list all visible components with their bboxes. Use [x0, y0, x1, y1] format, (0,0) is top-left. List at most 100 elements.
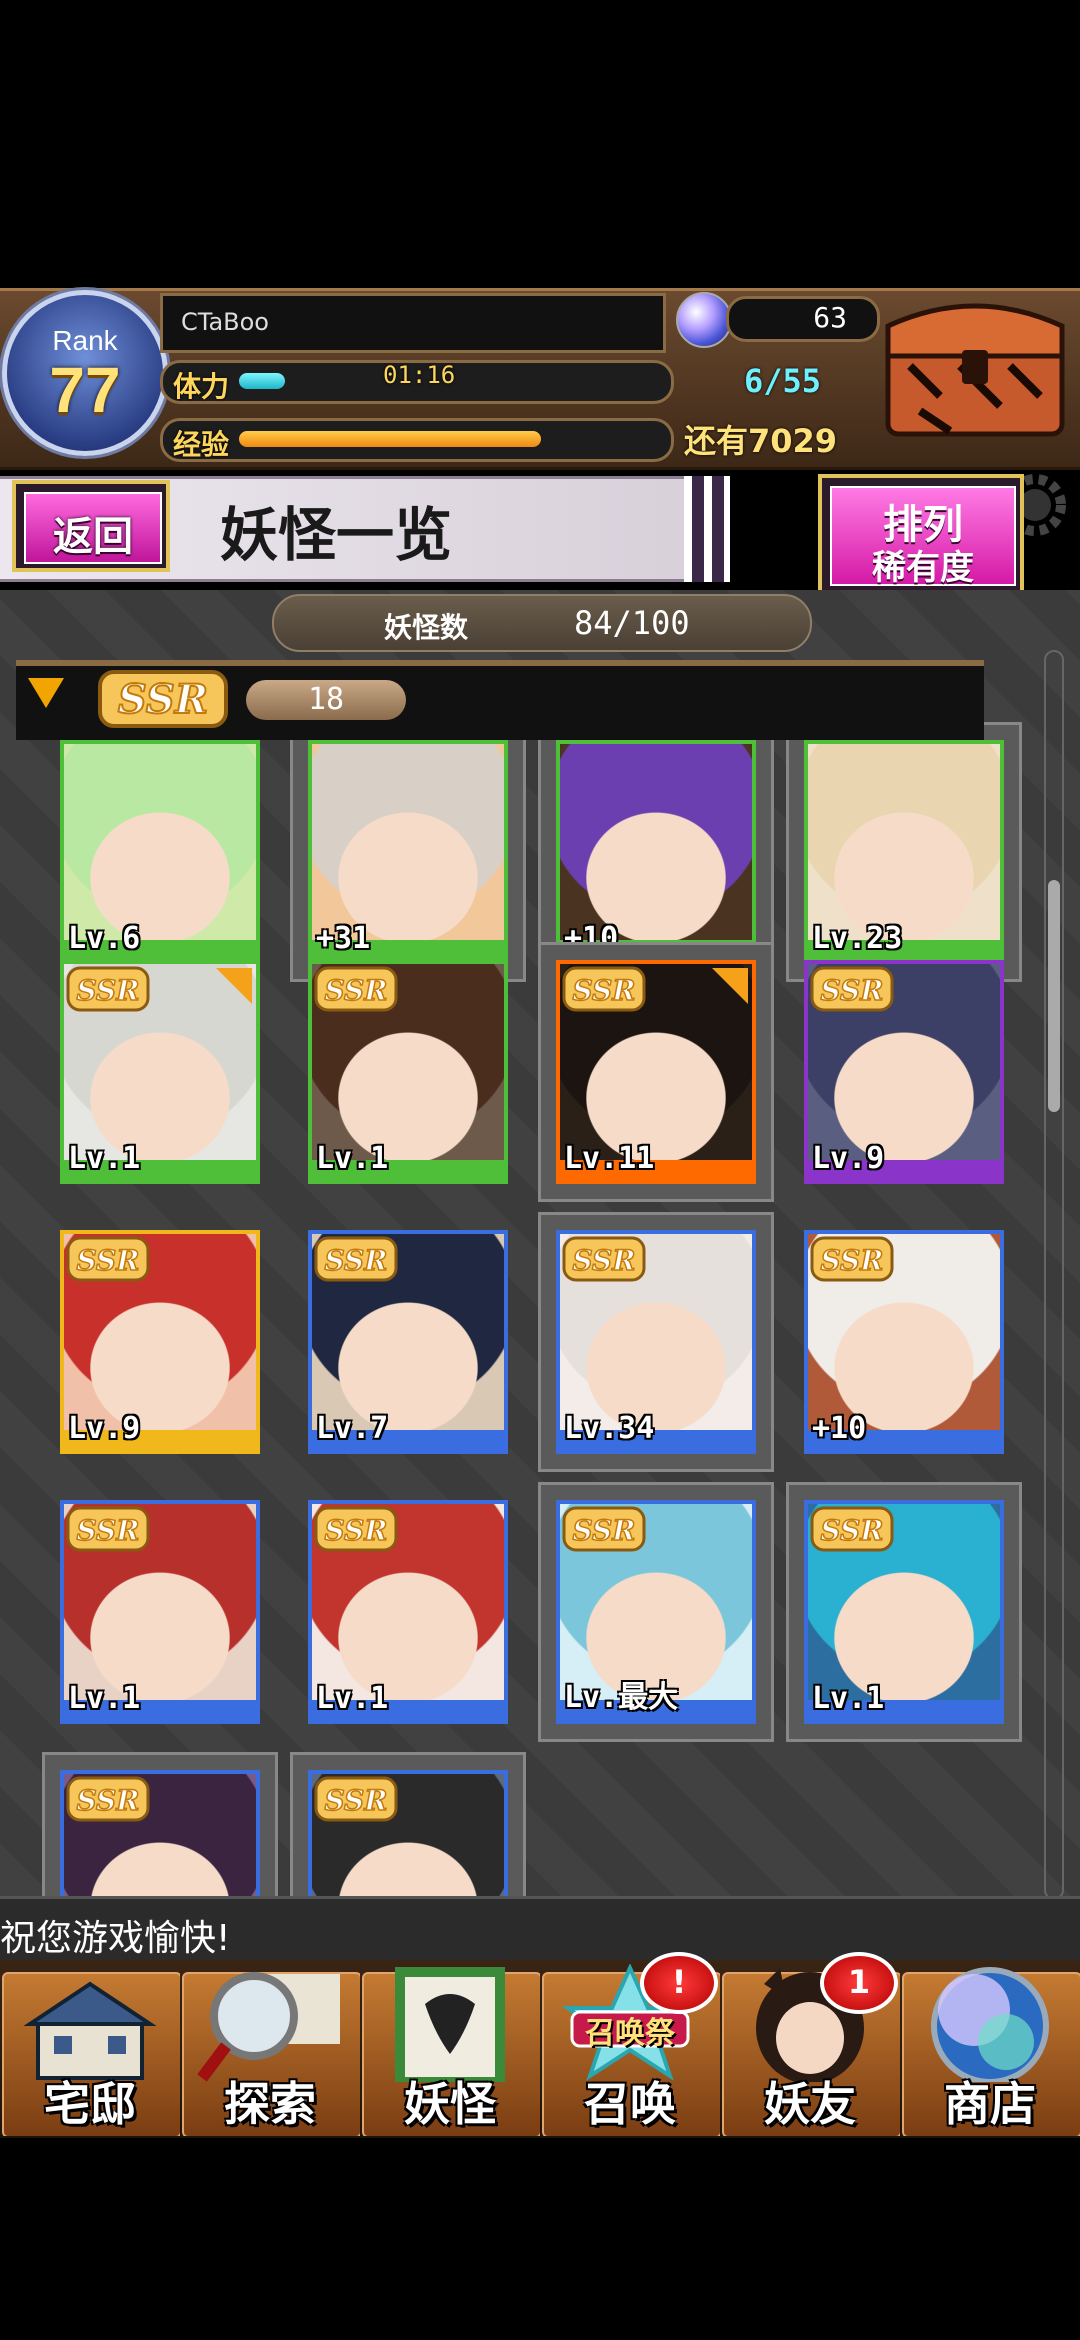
- exp-bar: 经验: [160, 418, 674, 462]
- card-grid: Lv.6 +31 +10 Lv.23 SSR Lv.1 SSR Lv.1 SSR Lv.11 SSR…: [0, 590, 1080, 1900]
- card-level: Lv.9: [68, 1411, 141, 1446]
- nav-label: 召唤: [584, 2077, 676, 2131]
- player-name-box: CTaBoo: [160, 293, 666, 353]
- orb-counter[interactable]: 63: [726, 296, 880, 342]
- ssr-badge-icon: SSR: [562, 1506, 646, 1552]
- yokai-card[interactable]: SSR Lv.1: [308, 1500, 508, 1724]
- nav-tab-2[interactable]: 探索: [180, 1960, 360, 2136]
- rank-value: 77: [49, 354, 121, 426]
- yokai-card[interactable]: SSR Lv.9: [60, 1230, 260, 1454]
- ssr-badge-icon: SSR: [66, 1236, 150, 1282]
- yokai-card[interactable]: SSR: [308, 1770, 508, 1900]
- svg-text:SSR: SSR: [572, 974, 635, 1007]
- collapse-triangle-icon[interactable]: [28, 678, 64, 708]
- mansion-icon: [23, 1981, 157, 2080]
- card-level: +31: [316, 921, 371, 956]
- svg-text:SSR: SSR: [820, 974, 883, 1007]
- yokai-card[interactable]: SSR Lv.34: [556, 1230, 756, 1454]
- nav-label: 妖怪: [404, 2077, 496, 2131]
- notification-badge: 1: [820, 1952, 898, 2014]
- rarity-group-header[interactable]: SSR 18: [16, 660, 984, 740]
- sort-button-face: 排列 稀有度: [830, 486, 1016, 588]
- back-button-face: 返回: [24, 492, 162, 564]
- yokai-card[interactable]: SSR: [60, 1770, 260, 1900]
- ssr-badge-icon: SSR: [314, 1506, 398, 1552]
- ssr-badge-icon: SSR: [314, 1236, 398, 1282]
- ssr-badge-icon: SSR: [66, 1776, 150, 1822]
- card-level: Lv.23: [812, 921, 903, 956]
- spirit-orb-icon: [676, 292, 732, 348]
- yokai-card[interactable]: +10: [556, 740, 756, 964]
- stamina-value: 6/55: [744, 362, 822, 400]
- yokai-card[interactable]: SSR Lv.最大: [556, 1500, 756, 1724]
- nav-label: 宅邸: [44, 2077, 136, 2131]
- stamina-fill: [239, 373, 285, 389]
- svg-text:SSR: SSR: [820, 1244, 883, 1277]
- exp-fill: [239, 431, 542, 447]
- card-level: Lv.11: [564, 1141, 655, 1176]
- svg-text:SSR: SSR: [572, 1514, 635, 1547]
- yokai-card[interactable]: SSR Lv.11: [556, 960, 756, 1184]
- ssr-badge-icon: SSR: [562, 1236, 646, 1282]
- nav-label: 妖友: [764, 2077, 856, 2131]
- ticker-text: 祝您游戏愉快!: [0, 1918, 231, 1959]
- svg-text:SSR: SSR: [324, 1244, 387, 1277]
- back-label: 返回: [53, 514, 133, 560]
- scrollbar[interactable]: [1044, 650, 1064, 1900]
- yokai-card[interactable]: Lv.6: [60, 740, 260, 964]
- nav-tab-1[interactable]: 宅邸: [0, 1960, 180, 2136]
- svg-text:SSR: SSR: [324, 974, 387, 1007]
- exp-label: 经验: [173, 428, 230, 461]
- notification-badge: !: [640, 1952, 718, 2014]
- stamina-bar: 体力 01:16: [160, 360, 674, 404]
- crystal-orb-icon: [931, 1967, 1049, 2082]
- nav-tab-3[interactable]: 妖怪: [360, 1960, 540, 2136]
- card-level: Lv.1: [316, 1141, 389, 1176]
- yokai-count-value: 84/100: [574, 604, 690, 642]
- rank-badge[interactable]: Rank 77: [2, 290, 168, 456]
- svg-text:SSR: SSR: [324, 1784, 387, 1817]
- ssr-badge-icon: SSR: [810, 1506, 894, 1552]
- card-level: +10: [812, 1411, 867, 1446]
- card-level: Lv.9: [812, 1141, 885, 1176]
- svg-text:SSR: SSR: [76, 1784, 139, 1817]
- svg-text:SSR: SSR: [76, 974, 139, 1007]
- scroll-icon: [395, 1967, 505, 2082]
- yokai-card[interactable]: +31: [308, 740, 508, 964]
- sort-value: 稀有度: [872, 548, 974, 588]
- yokai-count-label: 妖怪数: [384, 611, 469, 644]
- ssr-badge-icon: SSR: [66, 966, 150, 1012]
- svg-text:SSR: SSR: [118, 676, 208, 723]
- sort-button[interactable]: 排列 稀有度: [818, 474, 1024, 594]
- yokai-card[interactable]: SSR Lv.1: [60, 960, 260, 1184]
- treasure-chest-icon[interactable]: [880, 296, 1070, 442]
- nav-tab-6[interactable]: 商店: [900, 1960, 1080, 2136]
- group-count: 18: [307, 682, 345, 717]
- ssr-badge-icon: SSR: [810, 1236, 894, 1282]
- yokai-card[interactable]: SSR Lv.1: [308, 960, 508, 1184]
- yokai-card[interactable]: SSR Lv.1: [60, 1500, 260, 1724]
- svg-text:SSR: SSR: [572, 1244, 635, 1277]
- svg-text:SSR: SSR: [324, 1514, 387, 1547]
- nav-label: 探索: [224, 2077, 316, 2131]
- bottom-nav: 宅邸 探索 妖怪 召唤祭召唤 妖友 商店: [0, 1960, 1080, 2138]
- scroll-thumb[interactable]: [1048, 880, 1060, 1112]
- exp-remaining: 还有7029: [684, 422, 838, 460]
- yokai-card[interactable]: SSR Lv.9: [804, 960, 1004, 1184]
- yokai-card[interactable]: SSR Lv.7: [308, 1230, 508, 1454]
- yokai-card[interactable]: SSR Lv.1: [804, 1500, 1004, 1724]
- yokai-list[interactable]: Lv.6 +31 +10 Lv.23 SSR Lv.1 SSR Lv.1 SSR Lv.11 SSR…: [0, 590, 1080, 1900]
- yokai-card[interactable]: Lv.23: [804, 740, 1004, 964]
- back-button[interactable]: 返回: [12, 480, 170, 572]
- nav-sub-label: 召唤祭: [585, 2016, 675, 2051]
- ssr-badge-icon: SSR: [810, 966, 894, 1012]
- yokai-card[interactable]: SSR +10: [804, 1230, 1004, 1454]
- ssr-badge-icon: SSR: [314, 1776, 398, 1822]
- card-level: Lv.6: [68, 921, 141, 956]
- nav-label: 商店: [944, 2077, 1036, 2131]
- card-level: Lv.1: [316, 1681, 389, 1716]
- magnifier-map-icon: [197, 1972, 340, 2082]
- svg-text:SSR: SSR: [820, 1514, 883, 1547]
- svg-text:SSR: SSR: [76, 1514, 139, 1547]
- ssr-badge-icon: SSR: [314, 966, 398, 1012]
